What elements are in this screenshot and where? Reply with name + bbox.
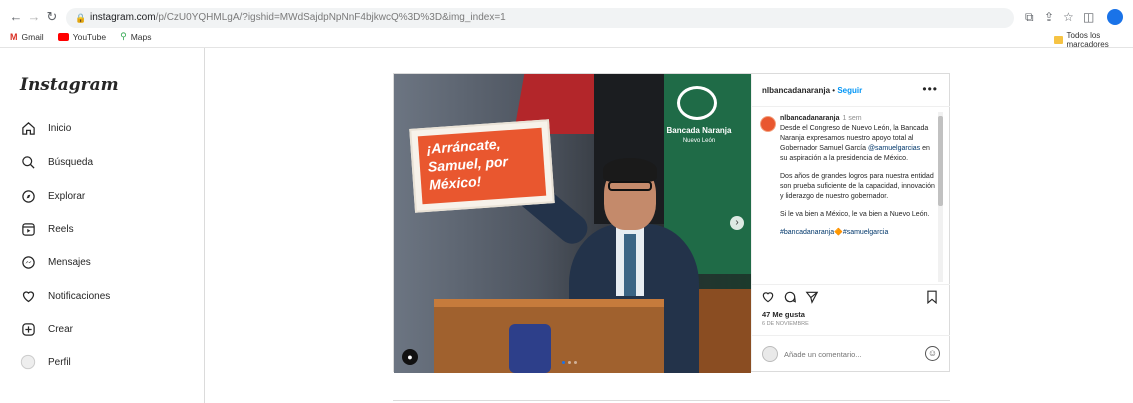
comment-icon[interactable] [782, 290, 798, 306]
caption-paragraph: Dos años de grandes logros para nuestra … [780, 173, 935, 200]
profile-avatar [20, 354, 36, 370]
profile-avatar-browser[interactable] [1107, 9, 1123, 25]
comment-avatar [762, 346, 778, 362]
bookmark-save-icon[interactable] [924, 290, 940, 306]
lock-icon: 🔒 [75, 13, 87, 23]
like-heart-icon[interactable] [760, 290, 776, 306]
gmail-icon: M [10, 31, 18, 42]
seal-icon [509, 324, 551, 373]
caption-time: 1 sem [842, 115, 862, 122]
mention-link[interactable]: @samuelgarcias [868, 145, 920, 152]
maps-icon: ⚲ [120, 31, 127, 41]
sidebar-item-notificaciones[interactable]: Notificaciones [20, 288, 110, 304]
more-options-icon[interactable]: ••• [922, 82, 938, 96]
brand-label: Bancada Naranja Nuevo León [666, 126, 732, 144]
bookmark-youtube[interactable]: YouTube [57, 32, 106, 42]
post-date: 6 de noviembre [762, 321, 809, 327]
post-header: nlbancadanaranja • Seguir ••• [752, 74, 950, 107]
comment-bar: ☺ [752, 335, 950, 371]
url-host: instagram.com [90, 12, 156, 23]
next-image-button[interactable]: › [730, 216, 744, 230]
follow-button[interactable]: Seguir [837, 86, 862, 95]
sidebar-item-busqueda[interactable]: Búsqueda [20, 154, 93, 170]
browser-chrome: ← → ↻ 🔒 instagram.com/p/CzU0YQHMLgA/?igs… [0, 0, 1133, 49]
share-send-icon[interactable] [804, 290, 820, 306]
caption-scrollbar[interactable] [938, 112, 943, 282]
install-app-icon[interactable]: ⧉ [1025, 10, 1034, 25]
likes-count[interactable]: 47 Me gusta [762, 310, 805, 319]
tagged-user-icon[interactable]: ● [402, 349, 418, 365]
sidebar-item-mensajes[interactable]: Mensajes [20, 254, 91, 270]
heart-icon [20, 288, 36, 304]
url-path: /p/CzU0YQHMLgA/?igshid=MWdSajdpNpNnF4bjk… [155, 12, 506, 23]
sign-text: ¡Arráncate, Samuel, por México! [417, 127, 547, 205]
sidebar-item-reels[interactable]: Reels [20, 221, 74, 237]
folder-icon [1054, 36, 1063, 44]
bancada-logo-icon [677, 86, 717, 120]
carousel-dots [562, 361, 577, 364]
sidebar-item-crear[interactable]: Crear [20, 321, 73, 337]
post-card: ¡Arráncate, Samuel, por México! Bancada … [393, 73, 950, 373]
reels-icon [20, 221, 36, 237]
next-post-edge [393, 400, 950, 401]
caption-username[interactable]: nlbancadanaranja [780, 115, 840, 122]
sidebar-item-explorar[interactable]: Explorar [20, 188, 85, 204]
youtube-icon [57, 32, 69, 41]
post-actions [752, 284, 950, 308]
explore-icon [20, 188, 36, 204]
bookmarks-bar: M Gmail YouTube ⚲ Maps [10, 31, 152, 42]
sidebar-item-inicio[interactable]: Inicio [20, 120, 71, 136]
caption: nlbancadanaranja 1 sem Desde el Congreso … [760, 112, 938, 282]
reload-icon[interactable]: ↻ [44, 9, 60, 25]
search-icon [20, 154, 36, 170]
star-icon[interactable]: ☆ [1063, 10, 1074, 24]
instagram-logo[interactable]: Instagram [20, 75, 119, 95]
sidepanel-icon[interactable]: ◫ [1083, 10, 1094, 24]
bookmark-gmail[interactable]: M Gmail [10, 32, 44, 42]
comment-input[interactable] [784, 346, 914, 362]
messenger-icon [20, 254, 36, 270]
plus-square-icon [20, 321, 36, 337]
caption-avatar[interactable] [760, 116, 776, 132]
emoji-icon[interactable]: ☺ [925, 346, 940, 361]
address-bar[interactable]: 🔒 instagram.com/p/CzU0YQHMLgA/?igshid=MW… [66, 8, 1014, 28]
post-username[interactable]: nlbancadanaranja [762, 86, 830, 95]
forward-icon[interactable]: → [26, 9, 42, 25]
all-bookmarks[interactable]: Todos los marcadores [1054, 31, 1133, 49]
post-side-panel: nlbancadanaranja • Seguir ••• nlbancadan… [751, 74, 950, 371]
caption-paragraph: Si le va bien a México, le va bien a Nue… [780, 211, 930, 218]
bookmark-maps[interactable]: ⚲ Maps [120, 31, 151, 42]
hashtags[interactable]: #bancadanaranja🔶#samuelgarcia [780, 228, 938, 238]
protest-sign: ¡Arráncate, Samuel, por México! [409, 119, 555, 213]
share-icon[interactable]: ⇪ [1044, 10, 1054, 24]
sidebar-item-perfil[interactable]: Perfil [20, 354, 71, 370]
home-icon [20, 120, 36, 136]
back-icon[interactable]: ← [8, 9, 24, 25]
post-image[interactable]: ¡Arráncate, Samuel, por México! Bancada … [394, 74, 751, 373]
sidebar: Instagram Inicio Búsqueda Explorar Reels… [0, 48, 205, 403]
